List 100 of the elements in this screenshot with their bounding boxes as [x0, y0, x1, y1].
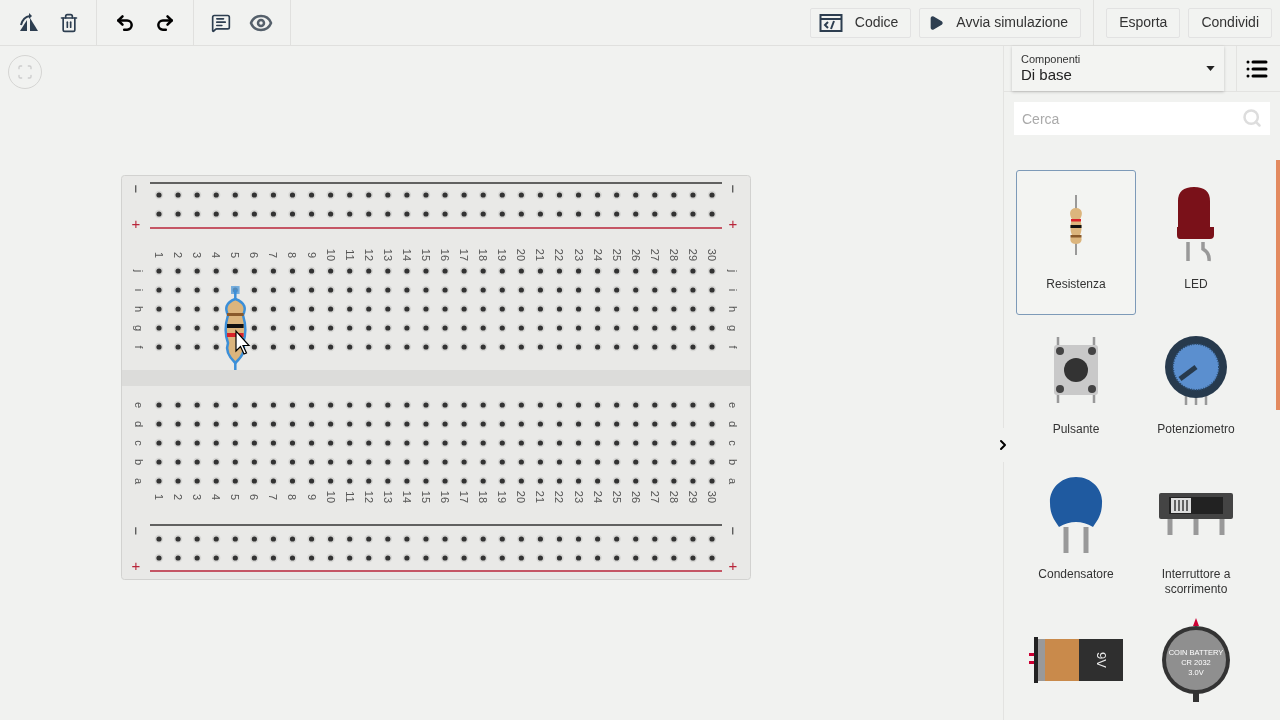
caret-icon — [1206, 66, 1215, 71]
row-letter: f — [133, 345, 145, 349]
column-number: 29 — [686, 248, 699, 262]
fit-view-icon — [17, 64, 33, 80]
component-name: LED — [1183, 277, 1209, 292]
row-letter: j — [727, 269, 739, 273]
column-number: 27 — [648, 490, 661, 504]
coin-battery-icon — [1162, 618, 1230, 702]
search-field[interactable]: Cerca — [1014, 102, 1270, 135]
column-number: 7 — [267, 493, 280, 501]
component-name: Condensatore — [1037, 567, 1115, 582]
column-number: 5 — [229, 251, 242, 259]
column-number: 18 — [477, 248, 490, 262]
minus-sign: − — [127, 184, 145, 194]
column-number: 1 — [153, 251, 165, 259]
capacitor-icon — [1049, 477, 1103, 553]
components-dropdown[interactable]: Componenti Di base — [1012, 46, 1224, 91]
play-button[interactable]: Avvia simulazione — [919, 7, 1082, 38]
column-number: 18 — [477, 490, 490, 504]
battery-label: 9V — [1093, 652, 1109, 668]
column-number: 13 — [381, 248, 394, 262]
row-letter: b — [133, 458, 145, 466]
column-number: 30 — [706, 248, 719, 262]
column-number: 1 — [153, 493, 165, 501]
row-letter: e — [133, 401, 145, 409]
column-number: 12 — [362, 490, 375, 504]
column-number: 4 — [210, 493, 223, 501]
column-number: 20 — [515, 490, 528, 504]
column-number: 13 — [381, 490, 394, 504]
component-tile[interactable]: Potenziometro — [1136, 315, 1256, 460]
component-tile[interactable]: LED — [1136, 170, 1256, 315]
battery-icon — [1029, 637, 1123, 683]
column-number: 23 — [572, 248, 585, 262]
cursor-icon — [235, 329, 251, 355]
column-number: 10 — [324, 490, 337, 504]
column-number: 9 — [305, 493, 318, 501]
column-number: 11 — [343, 249, 356, 261]
column-number: 11 — [343, 491, 356, 503]
column-number: 21 — [534, 490, 547, 504]
column-number: 5 — [229, 493, 242, 501]
row-letter: d — [133, 420, 145, 428]
notes-icon[interactable] — [211, 12, 231, 33]
column-number: 9 — [305, 251, 318, 259]
row-letter: g — [133, 324, 145, 332]
row-letter: i — [133, 288, 145, 292]
row-letter: d — [727, 420, 739, 428]
plus-sign: + — [131, 214, 141, 232]
component-tile[interactable]: 9V — [1016, 605, 1136, 720]
component-tile[interactable]: Interruttore a scorrimento — [1136, 460, 1256, 605]
trash-icon[interactable] — [59, 12, 79, 33]
plus-sign: + — [131, 556, 141, 574]
search-icon — [1242, 108, 1262, 128]
column-number: 2 — [172, 493, 185, 501]
component-name: Interruttore a scorrimento — [1160, 567, 1232, 597]
pushbutton-icon — [1052, 337, 1100, 403]
minus-sign: − — [724, 526, 742, 536]
column-number: 19 — [496, 490, 509, 504]
column-number: 3 — [191, 493, 204, 501]
undo-icon[interactable] — [115, 12, 135, 33]
column-number: 25 — [610, 248, 623, 262]
column-number: 22 — [553, 490, 566, 504]
column-number: 26 — [629, 490, 642, 504]
component-tile[interactable]: Resistenza — [1016, 170, 1136, 315]
column-number: 28 — [667, 490, 680, 504]
column-number: 14 — [400, 490, 413, 504]
row-letter: c — [727, 440, 739, 446]
column-number: 26 — [629, 248, 642, 262]
component-name: Pulsante — [1051, 422, 1101, 437]
redo-icon[interactable] — [155, 12, 175, 33]
row-letter: f — [727, 345, 739, 349]
column-number: 24 — [591, 248, 604, 262]
row-letter: a — [133, 477, 145, 485]
play-icon — [928, 14, 945, 31]
component-tile[interactable]: Pulsante — [1016, 315, 1136, 460]
code-button[interactable]: Codice — [809, 7, 912, 38]
minus-sign: − — [127, 526, 145, 536]
scrollbar[interactable] — [1276, 160, 1280, 410]
toolbar-button[interactable]: Esporta — [1106, 7, 1181, 38]
column-number: 16 — [439, 248, 452, 262]
column-number: 23 — [572, 490, 585, 504]
column-number: 22 — [553, 248, 566, 262]
column-number: 19 — [496, 248, 509, 262]
column-number: 7 — [267, 251, 280, 259]
row-letter: a — [727, 477, 739, 485]
potentiometer-icon — [1164, 335, 1228, 405]
component-tile[interactable]: Condensatore — [1016, 460, 1136, 605]
column-number: 8 — [286, 251, 299, 259]
toolbar-button[interactable]: Condividi — [1188, 7, 1272, 38]
column-number: 14 — [400, 248, 413, 262]
plus-sign: + — [728, 556, 738, 574]
row-letter: i — [727, 288, 739, 292]
column-number: 28 — [667, 248, 680, 262]
row-letter: b — [727, 458, 739, 466]
row-letter: j — [133, 269, 145, 273]
column-number: 29 — [686, 490, 699, 504]
slide-switch-icon — [1159, 493, 1233, 537]
row-letter: g — [727, 324, 739, 332]
column-number: 25 — [610, 490, 623, 504]
row-letter: h — [133, 305, 145, 313]
component-name: Potenziometro — [1156, 422, 1236, 437]
